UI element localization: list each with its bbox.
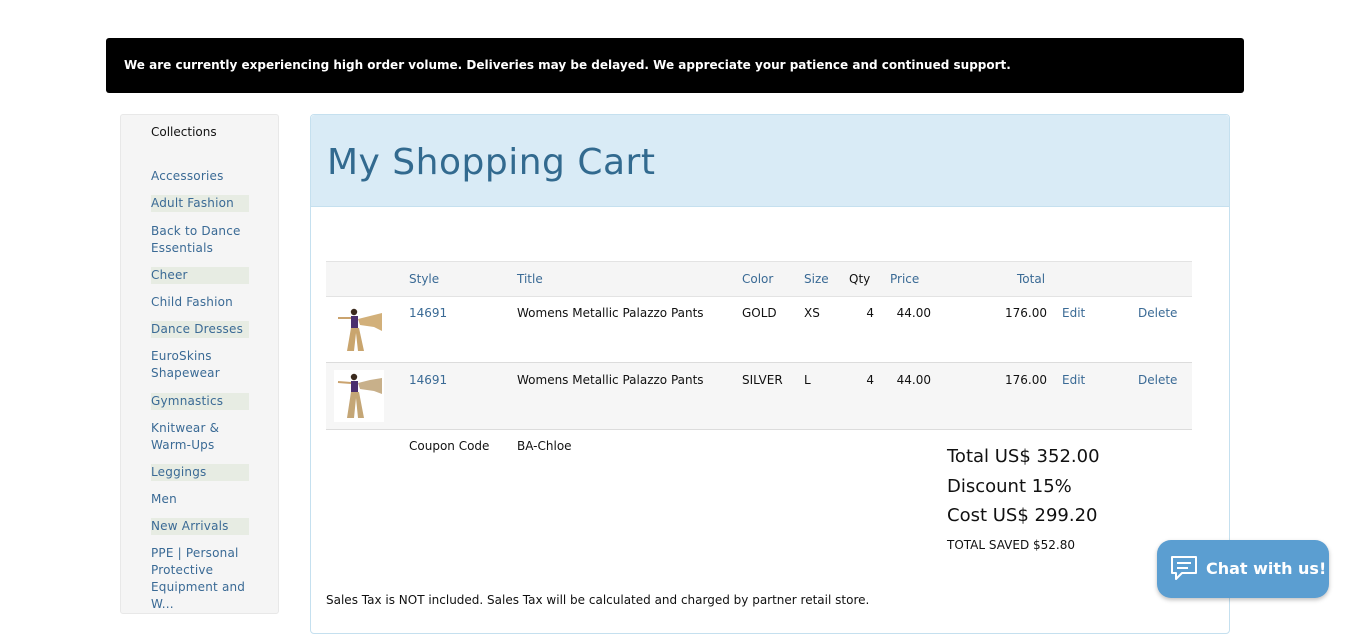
edit-link[interactable]: Edit	[1062, 373, 1085, 387]
sidebar-item-back-to-dance-essentials[interactable]: Back to Dance Essentials	[151, 223, 249, 257]
product-thumbnail[interactable]	[334, 370, 384, 422]
sidebar-item-leggings[interactable]: Leggings	[151, 464, 249, 481]
sidebar-item-men[interactable]: Men	[151, 491, 249, 508]
delete-link[interactable]: Delete	[1138, 373, 1177, 387]
sidebar-item-new-arrivals[interactable]: New Arrivals	[151, 518, 249, 535]
column-color[interactable]: Color	[742, 272, 773, 286]
item-size: XS	[804, 306, 820, 320]
collections-sidebar: Collections Accessories Adult Fashion Ba…	[120, 114, 279, 614]
cart-table-header: Style Title Color Size Qty Price Total	[326, 261, 1192, 297]
announcement-text: We are currently experiencing high order…	[124, 58, 1011, 72]
column-qty: Qty	[849, 272, 871, 286]
edit-link[interactable]: Edit	[1062, 306, 1085, 320]
column-total[interactable]: Total	[1017, 272, 1045, 286]
column-title[interactable]: Title	[517, 272, 543, 286]
coupon-code-label: Coupon Code	[409, 439, 490, 453]
sidebar-heading: Collections	[151, 125, 217, 139]
order-discount: Discount 15%	[947, 476, 1072, 497]
delete-link[interactable]: Delete	[1138, 306, 1177, 320]
cart-row: 14691 Womens Metallic Palazzo Pants GOLD…	[326, 296, 1192, 363]
sidebar-item-adult-fashion[interactable]: Adult Fashion	[151, 195, 249, 212]
item-color: GOLD	[742, 306, 777, 320]
sidebar-item-accessories[interactable]: Accessories	[151, 168, 249, 185]
sales-tax-note: Sales Tax is NOT included. Sales Tax wil…	[326, 593, 870, 607]
item-price: 44.00	[896, 306, 931, 320]
total-saved: TOTAL SAVED $52.80	[947, 538, 1075, 552]
column-style[interactable]: Style	[409, 272, 439, 286]
item-style-link[interactable]: 14691	[409, 306, 447, 320]
column-price[interactable]: Price	[890, 272, 919, 286]
item-title: Womens Metallic Palazzo Pants	[517, 306, 704, 320]
announcement-banner: We are currently experiencing high order…	[106, 38, 1244, 93]
product-thumbnail[interactable]	[334, 303, 384, 355]
item-title: Womens Metallic Palazzo Pants	[517, 373, 704, 387]
sidebar-item-child-fashion[interactable]: Child Fashion	[151, 294, 249, 311]
order-total: Total US$ 352.00	[947, 446, 1100, 467]
chat-label: Chat with us!	[1206, 559, 1327, 578]
chat-bubble-icon	[1171, 556, 1197, 580]
item-color: SILVER	[742, 373, 783, 387]
sidebar-item-dance-dresses[interactable]: Dance Dresses	[151, 321, 249, 338]
item-total: 176.00	[1005, 373, 1047, 387]
column-size[interactable]: Size	[804, 272, 829, 286]
cart-row: 14691 Womens Metallic Palazzo Pants SILV…	[326, 363, 1192, 430]
shopping-cart-panel: My Shopping Cart Style Title Color Size …	[310, 114, 1230, 634]
order-cost: Cost US$ 299.20	[947, 505, 1098, 526]
cart-header: My Shopping Cart	[311, 115, 1229, 207]
chat-with-us-button[interactable]: Chat with us!	[1157, 540, 1329, 598]
sidebar-item-cheer[interactable]: Cheer	[151, 267, 249, 284]
sidebar-item-knitwear-warm-ups[interactable]: Knitwear & Warm-Ups	[151, 420, 249, 454]
item-style-link[interactable]: 14691	[409, 373, 447, 387]
sidebar-item-gymnastics[interactable]: Gymnastics	[151, 393, 249, 410]
item-price: 44.00	[896, 373, 931, 387]
item-qty: 4	[866, 306, 874, 320]
page-title: My Shopping Cart	[327, 142, 656, 183]
coupon-code-value: BA-Chloe	[517, 439, 572, 453]
item-qty: 4	[866, 373, 874, 387]
sidebar-item-euroskins-shapewear[interactable]: EuroSkins Shapewear	[151, 348, 249, 382]
item-total: 176.00	[1005, 306, 1047, 320]
item-size: L	[804, 373, 811, 387]
